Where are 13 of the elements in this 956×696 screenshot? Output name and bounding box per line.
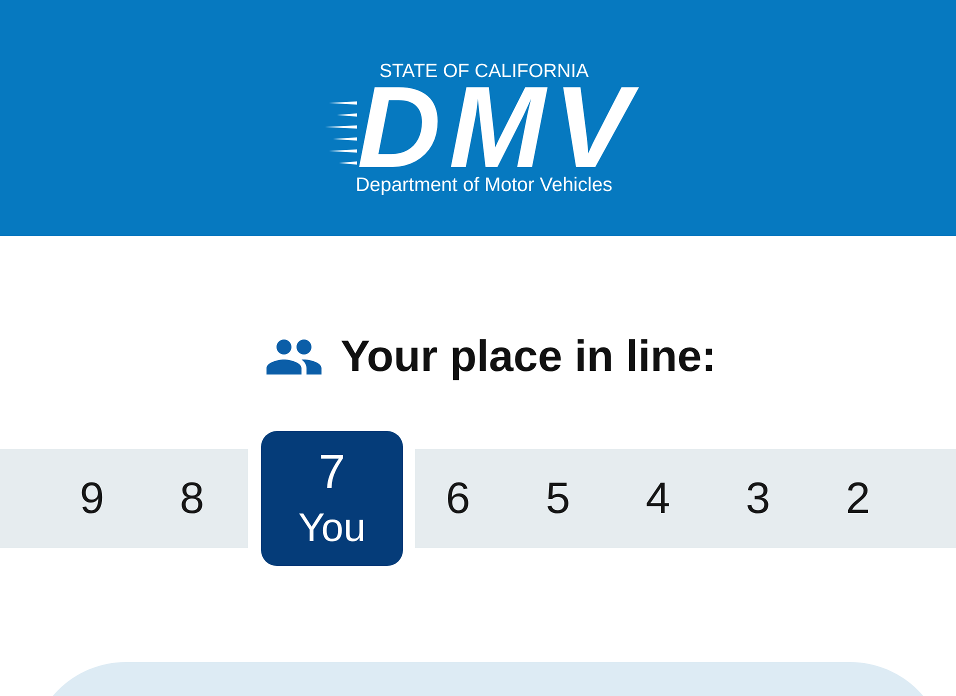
position-number: 5 bbox=[544, 474, 572, 524]
queue-heading: Your place in line: bbox=[340, 332, 716, 382]
position-number: 7 bbox=[318, 446, 346, 498]
logo-wordmark: DMV bbox=[357, 84, 640, 170]
position-number: 6 bbox=[444, 474, 472, 524]
position-number: 9 bbox=[78, 474, 106, 524]
logo-top-line: STATE OF CALIFORNIA bbox=[379, 62, 589, 82]
position-number: 3 bbox=[744, 474, 772, 524]
position-number: 4 bbox=[644, 474, 672, 524]
position-number: 2 bbox=[844, 474, 872, 524]
logo-bottom-line: Department of Motor Vehicles bbox=[356, 174, 612, 196]
position-label: You bbox=[298, 504, 366, 550]
position-number: 8 bbox=[178, 474, 206, 524]
